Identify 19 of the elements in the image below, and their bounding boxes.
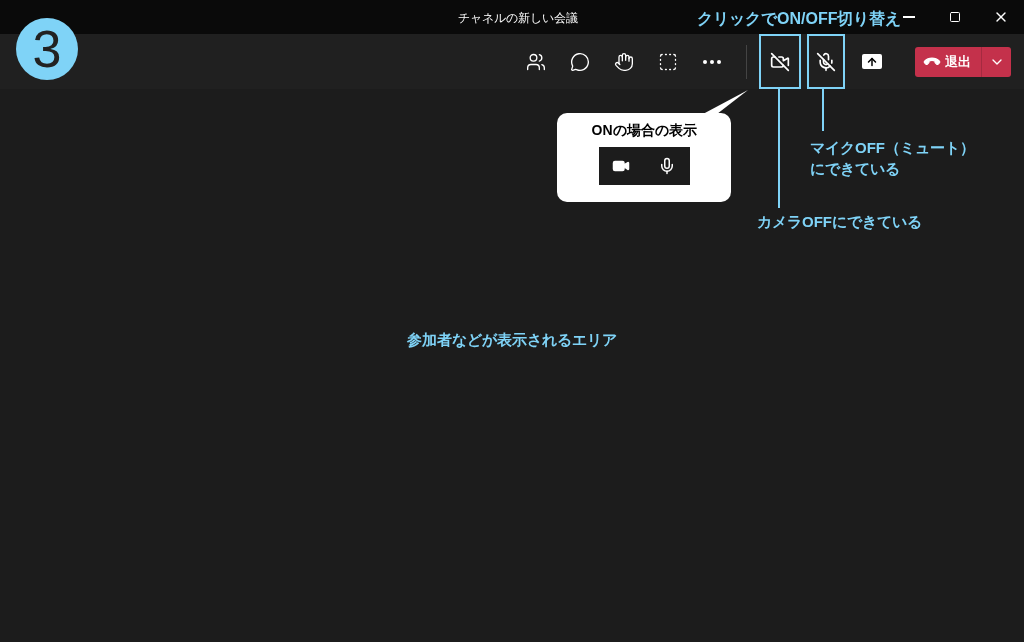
toggle-note: クリックでON/OFF切り替え xyxy=(697,9,902,29)
people-icon xyxy=(526,51,546,72)
callout-title: ONの場合の表示 xyxy=(591,121,697,140)
raised-hand-icon xyxy=(614,51,634,72)
microphone-toggle-button[interactable] xyxy=(807,34,845,89)
minimize-icon xyxy=(903,16,915,18)
leave-options-button[interactable] xyxy=(981,46,1011,77)
window-title: チャネルの新しい会議 xyxy=(458,10,578,27)
camera-toggle-button[interactable] xyxy=(759,34,801,89)
camera-off-note: カメラOFFにできている xyxy=(757,212,922,232)
mute-note: にできている xyxy=(810,159,901,179)
leave-button[interactable]: 退出 xyxy=(915,46,981,77)
more-icon xyxy=(703,59,721,64)
chat-bubble-icon xyxy=(570,51,590,72)
window-square-icon xyxy=(658,51,678,72)
participant-area-note: 参加者などが表示されるエリア xyxy=(407,330,617,351)
leader-line xyxy=(822,89,824,131)
mute-note: マイクOFF（ミュート） xyxy=(810,138,975,158)
maximize-icon xyxy=(949,11,961,23)
